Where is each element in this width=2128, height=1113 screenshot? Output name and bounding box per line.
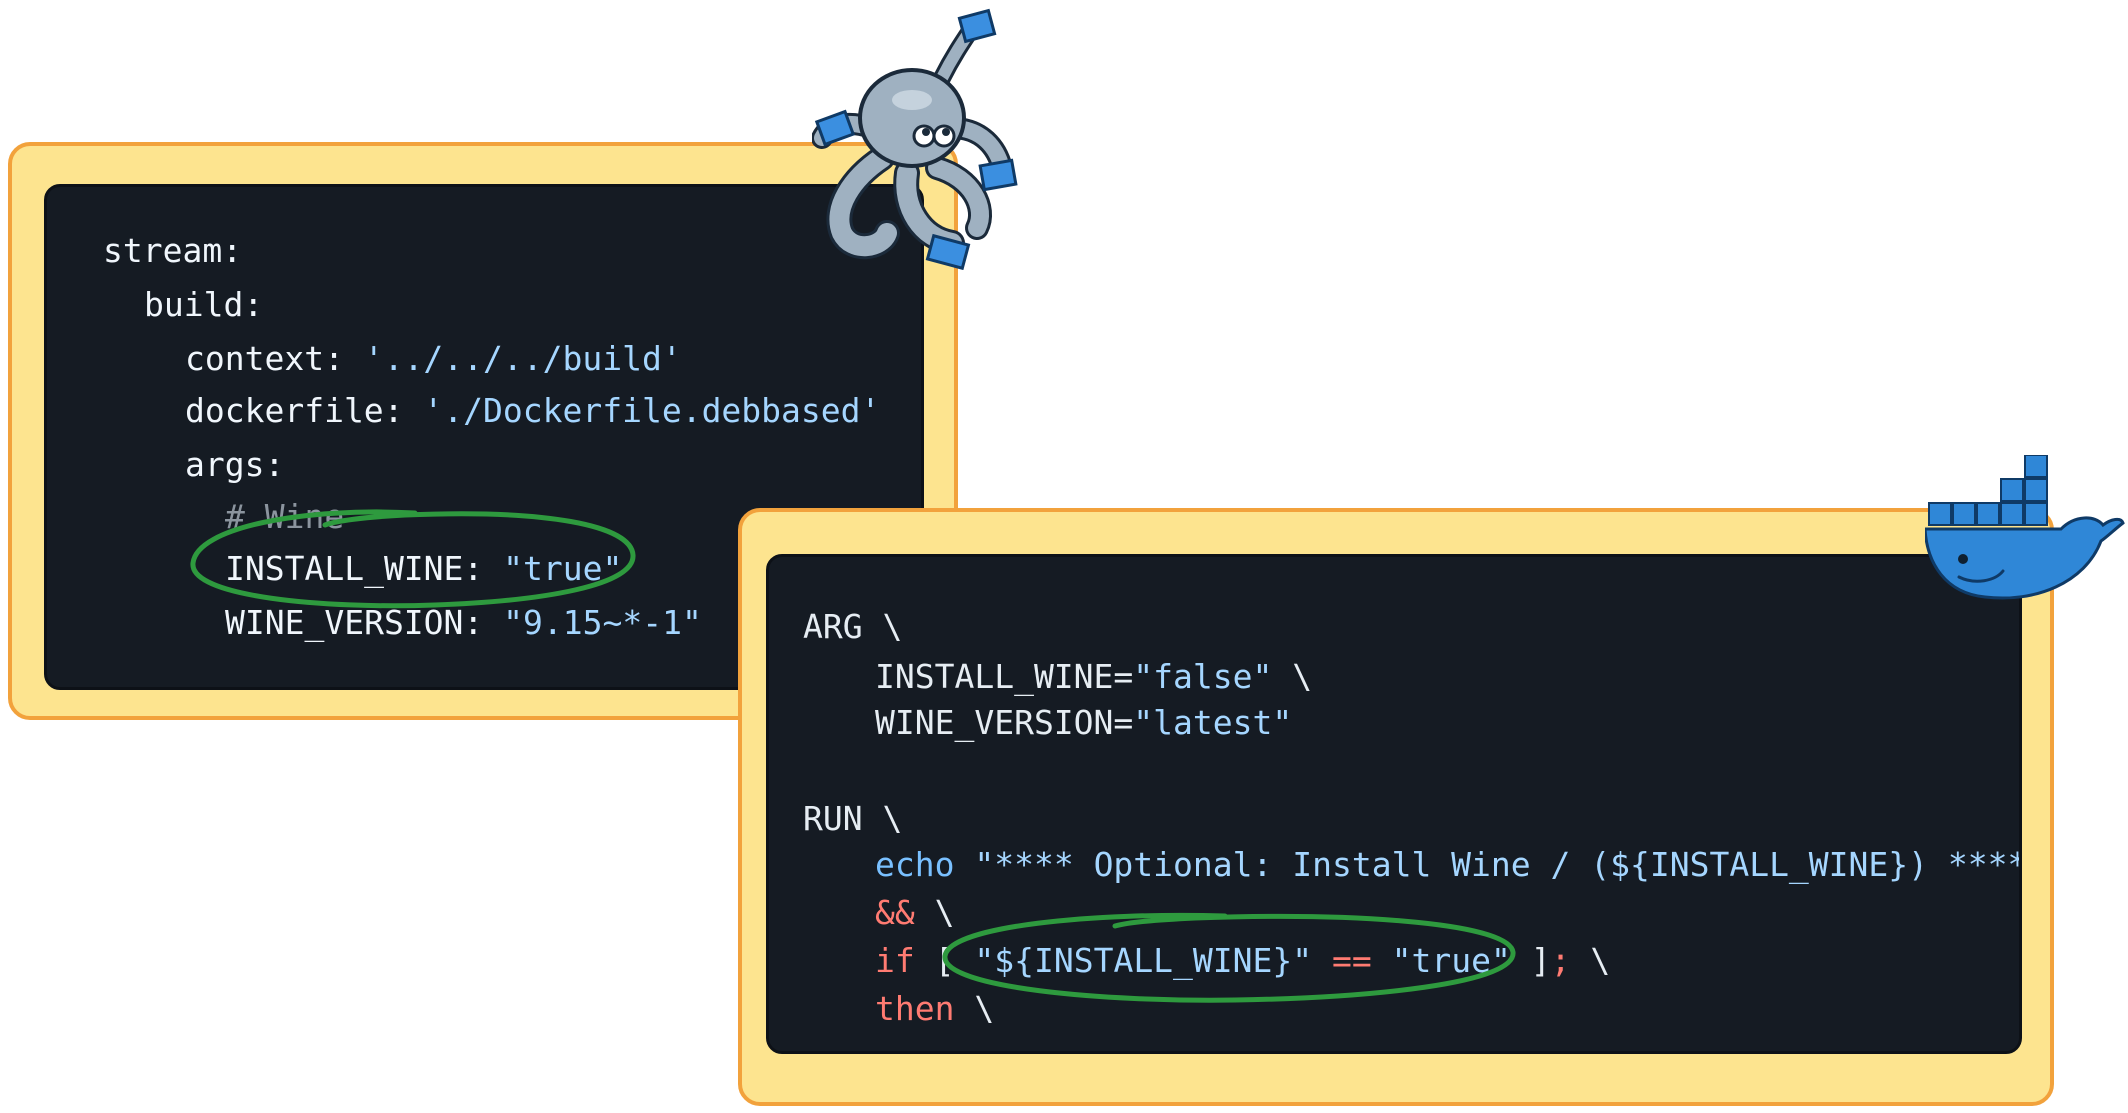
code-line: build: xyxy=(144,285,264,324)
docker-whale-icon xyxy=(1925,455,2125,600)
dockerfile-code-block: ARG \ INSTALL_WINE="false" \ WINE_VERSIO… xyxy=(766,554,2022,1054)
code-line: echo "**** Optional: Install Wine / (${I… xyxy=(875,845,2022,884)
code-line: ARG \ xyxy=(803,607,903,646)
code-line: WINE_VERSION="latest" xyxy=(875,703,1293,742)
code-comment: # Wine xyxy=(225,497,345,536)
code-line: RUN \ xyxy=(803,799,903,838)
code-line: args: xyxy=(185,445,285,484)
code-line-if-test: if [ "${INSTALL_WINE}" == "true" ]; \ xyxy=(875,941,1611,980)
code-line: dockerfile: './Dockerfile.debbased' xyxy=(185,391,881,430)
code-line: then \ xyxy=(875,989,995,1028)
docker-compose-octopus-icon xyxy=(812,8,1018,270)
code-line: context: '../../../build' xyxy=(185,339,682,378)
code-line: INSTALL_WINE="false" \ xyxy=(875,657,1313,696)
code-line-install-wine: INSTALL_WINE: "true" xyxy=(225,549,623,588)
code-line: stream: xyxy=(103,231,243,270)
code-line: WINE_VERSION: "9.15~*-1" xyxy=(225,603,702,642)
code-line: && \ xyxy=(875,893,955,932)
